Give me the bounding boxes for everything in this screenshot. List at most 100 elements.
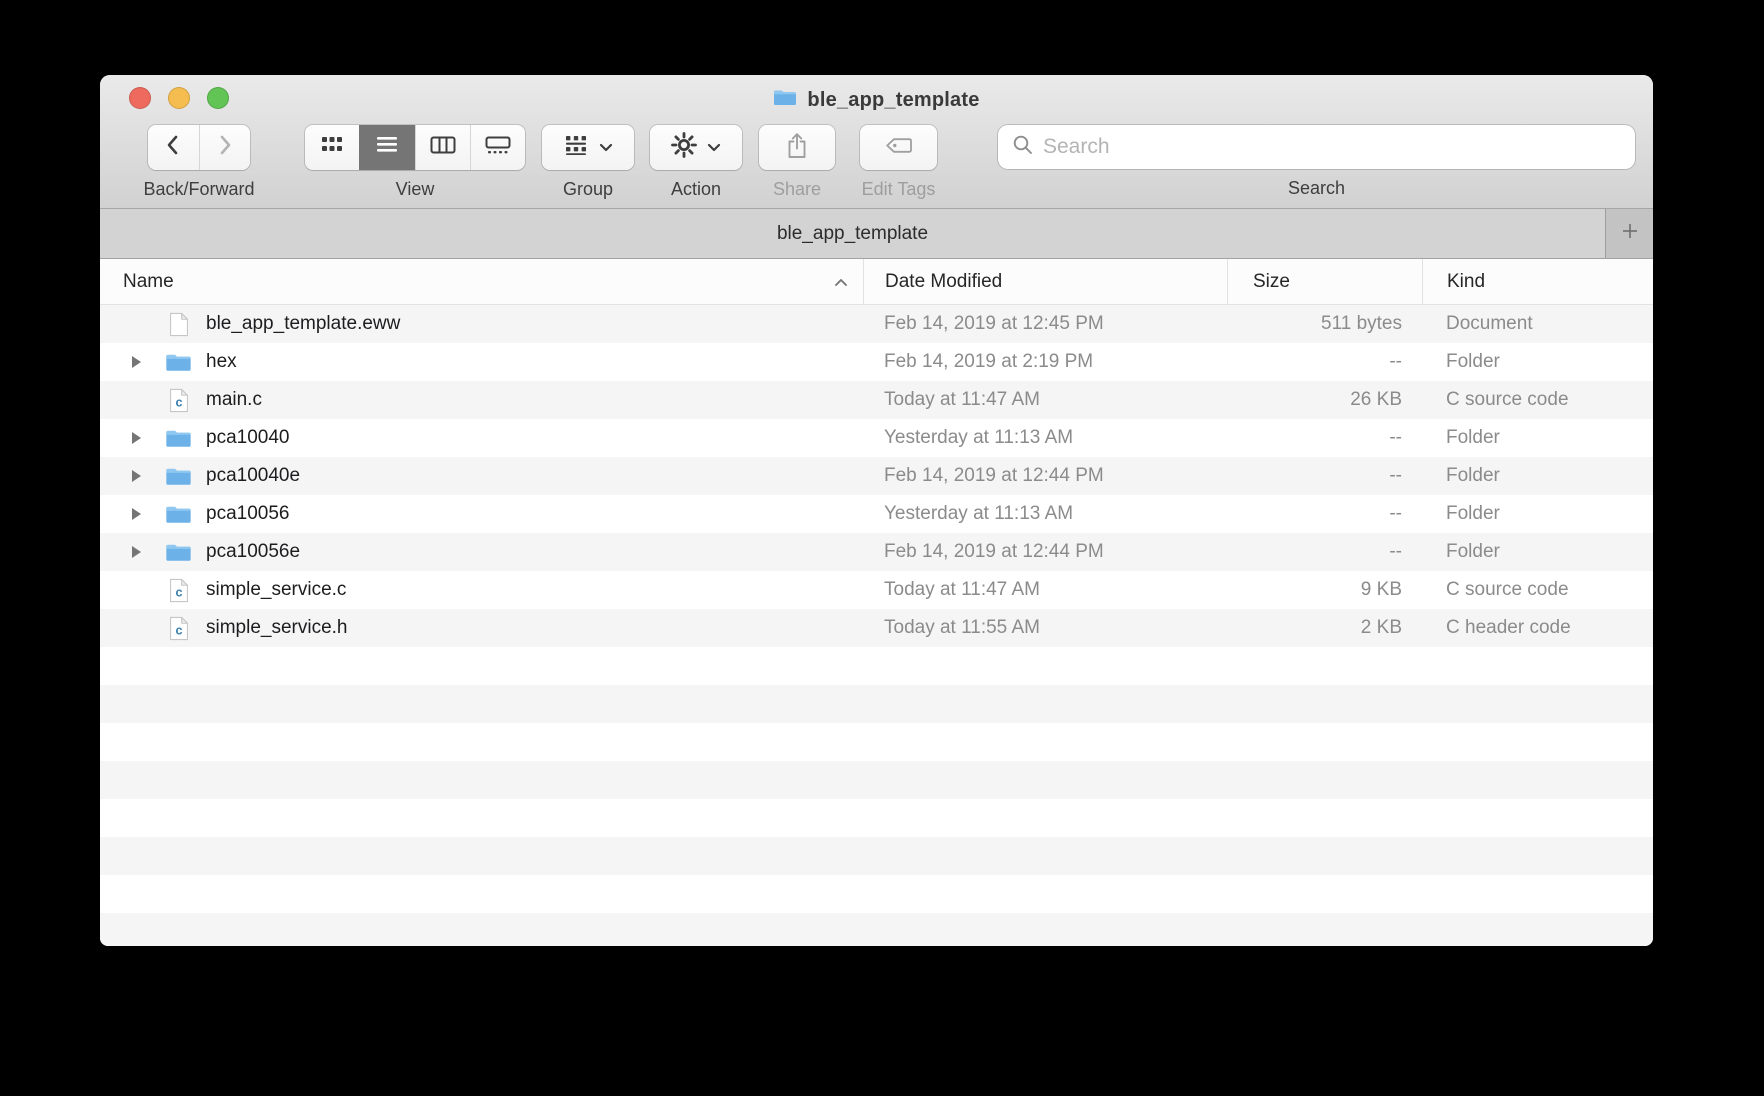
disclosure-triangle-icon[interactable] — [132, 432, 152, 444]
table-row[interactable]: hex Feb 14, 2019 at 2:19 PM -- Folder — [100, 343, 1653, 381]
empty-row — [100, 647, 1653, 685]
empty-row — [100, 761, 1653, 799]
table-row[interactable]: pca10056e Feb 14, 2019 at 12:44 PM -- Fo… — [100, 533, 1653, 571]
view-label: View — [396, 179, 435, 200]
date-modified-cell: Yesterday at 11:13 AM — [863, 427, 1227, 449]
table-row[interactable]: pca10056 Yesterday at 11:13 AM -- Folder — [100, 495, 1653, 533]
sort-ascending-icon — [834, 271, 863, 293]
back-forward-control — [148, 125, 250, 170]
gear-icon — [671, 132, 697, 163]
column-view-button[interactable] — [415, 125, 470, 170]
plus-icon — [1621, 222, 1639, 245]
folder-icon — [773, 88, 797, 112]
empty-row — [100, 723, 1653, 761]
kind-cell: Folder — [1422, 465, 1653, 487]
disclosure-triangle-icon[interactable] — [132, 508, 152, 520]
disclosure-triangle-icon[interactable] — [132, 394, 152, 406]
chevron-left-icon — [165, 133, 181, 162]
table-row[interactable]: pca10040 Yesterday at 11:13 AM -- Folder — [100, 419, 1653, 457]
file-name: simple_service.h — [206, 617, 348, 639]
file-name-cell: pca10056e — [100, 541, 863, 563]
search-label: Search — [1288, 178, 1345, 199]
size-cell: 511 bytes — [1227, 313, 1422, 335]
table-row[interactable]: c simple_service.h Today at 11:55 AM 2 K… — [100, 609, 1653, 647]
kind-cell: C header code — [1422, 617, 1653, 639]
kind-cell: Folder — [1422, 541, 1653, 563]
file-icon — [165, 428, 192, 449]
svg-text:c: c — [175, 395, 182, 409]
list-view-button[interactable] — [359, 125, 414, 170]
search-field — [998, 125, 1635, 169]
date-modified-cell: Today at 11:47 AM — [863, 579, 1227, 601]
tab-ble-app-template[interactable]: ble_app_template — [100, 209, 1605, 258]
gallery-view-button[interactable] — [470, 125, 525, 170]
disclosure-triangle-icon[interactable] — [132, 622, 152, 634]
magnifier-icon — [1012, 134, 1034, 161]
date-modified-cell: Today at 11:47 AM — [863, 389, 1227, 411]
tab-bar: ble_app_template — [100, 209, 1653, 259]
new-tab-button[interactable] — [1605, 209, 1653, 258]
column-header-date-modified[interactable]: Date Modified — [863, 259, 1227, 304]
file-name-cell: c main.c — [100, 388, 863, 413]
column-headers: Name Date Modified Size Kind — [100, 259, 1653, 305]
share-button[interactable] — [759, 125, 835, 170]
date-modified-cell: Today at 11:55 AM — [863, 617, 1227, 639]
kind-cell: C source code — [1422, 389, 1653, 411]
action-button[interactable] — [650, 125, 742, 170]
disclosure-triangle-icon[interactable] — [132, 318, 152, 330]
group-button[interactable] — [542, 125, 634, 170]
forward-button[interactable] — [199, 125, 251, 170]
file-icon — [165, 352, 192, 373]
kind-cell: Folder — [1422, 351, 1653, 373]
empty-row — [100, 875, 1653, 913]
disclosure-triangle-icon[interactable] — [132, 356, 152, 368]
disclosure-triangle-icon[interactable] — [132, 584, 152, 596]
date-modified-cell: Feb 14, 2019 at 12:44 PM — [863, 465, 1227, 487]
disclosure-triangle-icon[interactable] — [132, 470, 152, 482]
table-row[interactable]: pca10040e Feb 14, 2019 at 12:44 PM -- Fo… — [100, 457, 1653, 495]
svg-text:c: c — [175, 585, 182, 599]
size-cell: -- — [1227, 351, 1422, 373]
edit-tags-button[interactable] — [860, 125, 937, 170]
file-icon: c — [165, 616, 192, 641]
column-header-kind[interactable]: Kind — [1422, 259, 1653, 304]
file-name: ble_app_template.eww — [206, 313, 400, 335]
table-row[interactable]: c simple_service.c Today at 11:47 AM 9 K… — [100, 571, 1653, 609]
file-name: simple_service.c — [206, 579, 346, 601]
window-title: ble_app_template — [100, 88, 1653, 112]
empty-row — [100, 913, 1653, 946]
table-row[interactable]: c main.c Today at 11:47 AM 26 KB C sourc… — [100, 381, 1653, 419]
file-name-cell: c simple_service.c — [100, 578, 863, 603]
empty-row — [100, 799, 1653, 837]
svg-text:c: c — [175, 623, 182, 637]
table-row[interactable]: ble_app_template.eww Feb 14, 2019 at 12:… — [100, 305, 1653, 343]
size-cell: 26 KB — [1227, 389, 1422, 411]
file-name-cell: c simple_service.h — [100, 616, 863, 641]
disclosure-triangle-icon[interactable] — [132, 546, 152, 558]
date-modified-cell: Feb 14, 2019 at 12:44 PM — [863, 541, 1227, 563]
chevron-right-icon — [217, 133, 233, 162]
file-name: hex — [206, 351, 237, 373]
view-control — [305, 125, 525, 170]
file-name-cell: pca10056 — [100, 503, 863, 525]
file-name-cell: hex — [100, 351, 863, 373]
kind-cell: C source code — [1422, 579, 1653, 601]
page-title: ble_app_template — [807, 89, 979, 112]
date-modified-cell: Feb 14, 2019 at 12:45 PM — [863, 313, 1227, 335]
column-header-name[interactable]: Name — [100, 259, 863, 304]
window-chrome: ble_app_template Back/Forward — [100, 75, 1653, 209]
size-cell: 2 KB — [1227, 617, 1422, 639]
icon-view-button[interactable] — [305, 125, 359, 170]
share-label: Share — [773, 179, 821, 200]
file-name: main.c — [206, 389, 262, 411]
search-input[interactable] — [1043, 135, 1621, 159]
icon-view-icon — [320, 136, 344, 159]
back-button[interactable] — [148, 125, 199, 170]
file-icon: c — [165, 578, 192, 603]
file-list: ble_app_template.eww Feb 14, 2019 at 12:… — [100, 305, 1653, 946]
column-header-size[interactable]: Size — [1227, 259, 1422, 304]
file-icon: c — [165, 388, 192, 413]
action-label: Action — [671, 179, 721, 200]
file-name: pca10056e — [206, 541, 300, 563]
edit-tags-label: Edit Tags — [862, 179, 936, 200]
